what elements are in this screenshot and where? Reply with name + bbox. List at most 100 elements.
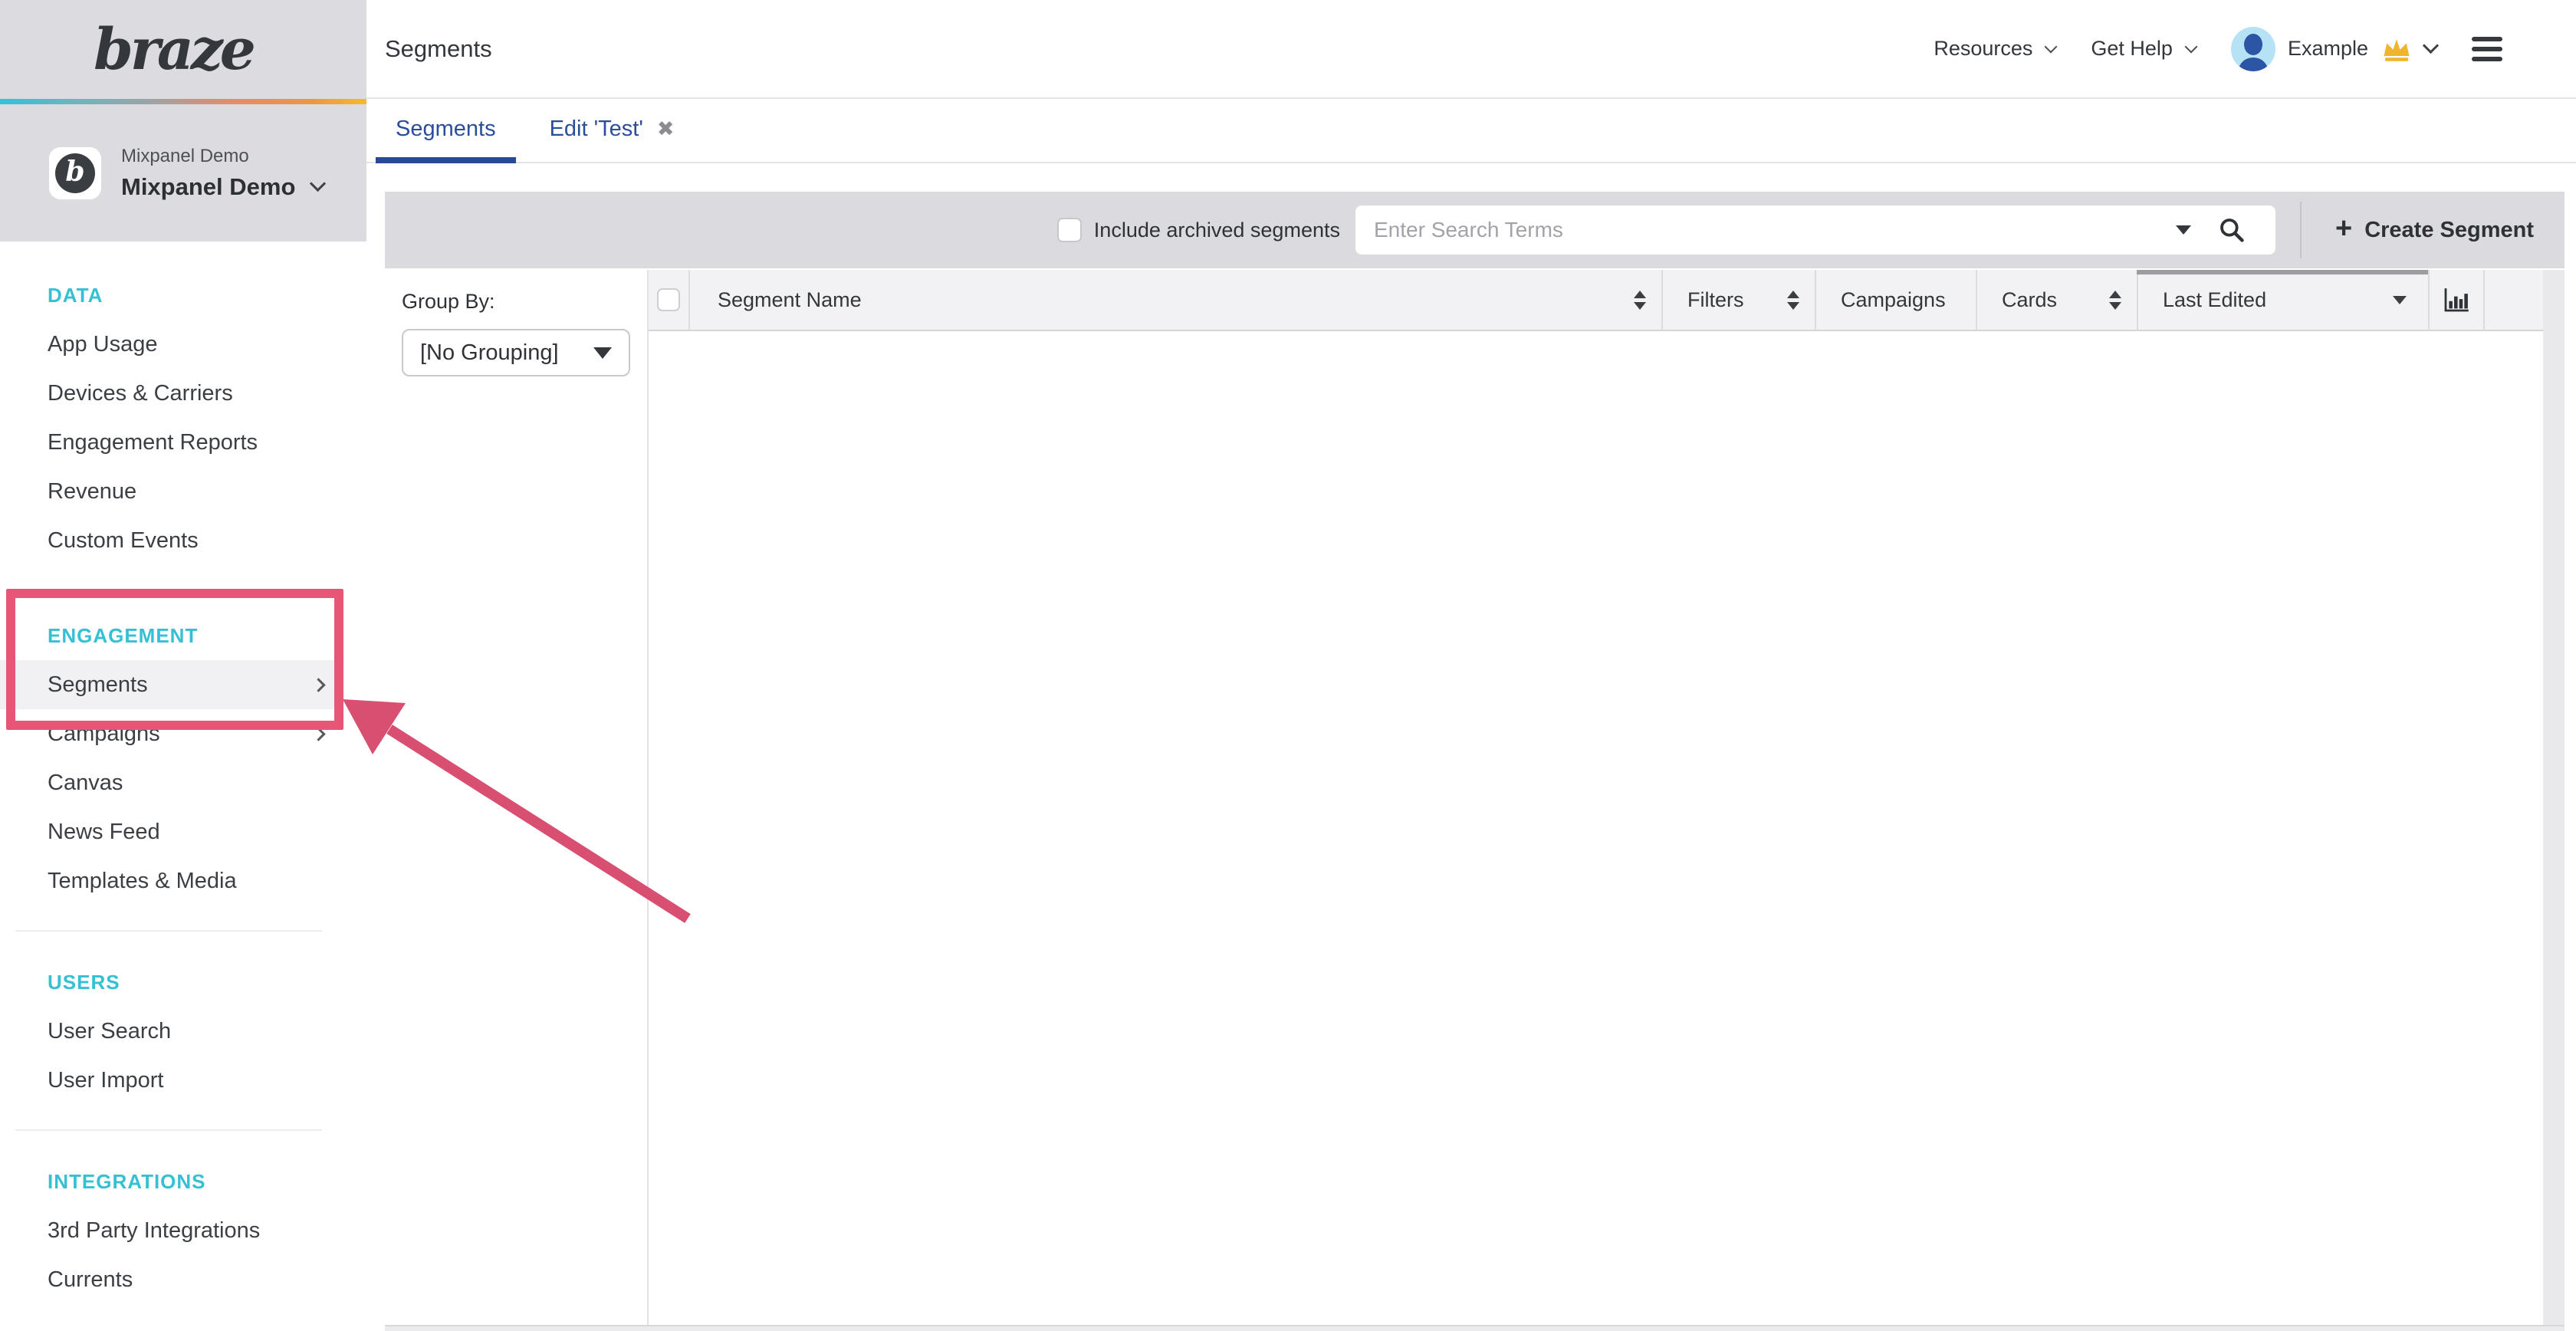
sidebar-item-news-feed[interactable]: News Feed [0, 807, 337, 856]
close-icon[interactable]: ✖ [657, 119, 675, 140]
workspace-name-row: Mixpanel Demo [121, 173, 324, 201]
braze-logo: braze [94, 17, 273, 83]
workspace-name: Mixpanel Demo [121, 173, 295, 201]
column-header-analytics[interactable] [2428, 270, 2483, 330]
sidebar-item-user-search[interactable]: User Search [0, 1007, 337, 1056]
column-header-filters[interactable]: Filters [1661, 270, 1815, 330]
brand-logo-area: braze [0, 0, 366, 99]
top-bar-right: Resources Get Help Example [1934, 27, 2502, 71]
page-title: Segments [385, 35, 492, 63]
workspace-text: Mixpanel Demo Mixpanel Demo [121, 146, 324, 201]
column-label: Cards [2002, 288, 2057, 312]
sidebar-item-label: News Feed [48, 820, 160, 845]
hamburger-menu-icon[interactable] [2472, 37, 2502, 61]
bar-chart-icon [2440, 284, 2472, 316]
group-by-dropdown[interactable]: [No Grouping] [402, 329, 630, 376]
sidebar-item-label: Revenue [48, 479, 136, 504]
sidebar-item-campaigns[interactable]: Campaigns [0, 709, 337, 758]
nav-section-users: USERS User Search User Import [0, 958, 337, 1105]
tab-edit-test[interactable]: Edit 'Test' ✖ [530, 117, 695, 162]
chevron-down-icon [2045, 41, 2058, 54]
section-title-users: USERS [0, 958, 337, 1007]
sidebar-item-label: Segments [48, 672, 148, 698]
column-label: Last Edited [2163, 288, 2266, 312]
create-segment-button[interactable]: + Create Segment [2335, 217, 2534, 243]
sort-icon[interactable] [2109, 291, 2121, 310]
tab-label: Segments [396, 117, 496, 142]
avatar-person-icon [2244, 34, 2262, 55]
sidebar: braze b Mixpanel Demo Mixpanel Demo DATA… [0, 0, 366, 1331]
sort-icon[interactable] [1634, 291, 1646, 310]
workspace-selector[interactable]: b Mixpanel Demo Mixpanel Demo [0, 104, 366, 242]
sidebar-item-app-usage[interactable]: App Usage [0, 320, 337, 369]
brand-gradient-divider [0, 99, 366, 104]
tab-bar: Segments Edit 'Test' ✖ [366, 99, 2576, 163]
include-archived-checkbox[interactable] [1057, 218, 1082, 242]
workspace-logo-icon: b [49, 147, 101, 199]
sidebar-item-currents[interactable]: Currents [0, 1255, 337, 1304]
sidebar-item-engagement-reports[interactable]: Engagement Reports [0, 418, 337, 467]
chevron-down-icon [2423, 38, 2439, 54]
search-input[interactable] [1355, 205, 2275, 255]
caret-down-icon [593, 347, 612, 359]
sort-icon[interactable] [1787, 291, 1799, 310]
include-archived-group: Include archived segments [1057, 218, 1340, 242]
sidebar-item-label: Currents [48, 1267, 133, 1293]
sidebar-item-canvas[interactable]: Canvas [0, 758, 337, 807]
column-header-campaigns[interactable]: Campaigns [1815, 270, 1976, 330]
resources-menu[interactable]: Resources [1934, 37, 2055, 61]
sidebar-item-user-import[interactable]: User Import [0, 1056, 337, 1105]
avatar [2231, 27, 2275, 71]
select-all-checkbox[interactable] [657, 288, 680, 311]
table-scrollbar-track[interactable] [2543, 270, 2564, 1325]
chevron-right-icon [311, 678, 325, 692]
column-header-cards[interactable]: Cards [1976, 270, 2137, 330]
sidebar-item-label: Templates & Media [48, 869, 237, 894]
create-segment-label: Create Segment [2364, 218, 2534, 243]
get-help-menu[interactable]: Get Help [2091, 37, 2196, 61]
sidebar-nav: DATA App Usage Devices & Carriers Engage… [0, 242, 366, 1331]
sidebar-item-segments[interactable]: Segments [0, 660, 337, 709]
chevron-down-icon [2184, 41, 2197, 54]
user-menu[interactable]: Example [2231, 27, 2436, 71]
column-label: Campaigns [1841, 288, 1946, 312]
tab-segments[interactable]: Segments [376, 117, 516, 162]
search-dropdown-caret-icon[interactable] [2176, 225, 2191, 235]
sidebar-item-devices-carriers[interactable]: Devices & Carriers [0, 369, 337, 418]
select-all-checkbox-cell [649, 270, 688, 330]
braze-monogram-icon: b [55, 153, 95, 193]
active-tab-indicator [376, 157, 516, 163]
segments-toolbar: Include archived segments + Create [385, 192, 2564, 268]
sidebar-item-label: Devices & Carriers [48, 381, 233, 406]
table-body-empty [649, 331, 2543, 1325]
sidebar-item-templates-media[interactable]: Templates & Media [0, 856, 337, 905]
column-header-segment-name[interactable]: Segment Name [688, 270, 1661, 330]
sidebar-item-label: Campaigns [48, 721, 160, 747]
sidebar-item-custom-events[interactable]: Custom Events [0, 516, 337, 565]
search-icon[interactable] [2217, 215, 2246, 248]
table-header-row: Segment Name Filters [649, 270, 2543, 331]
group-by-label: Group By: [402, 290, 647, 314]
plus-icon: + [2335, 214, 2352, 243]
active-sort-indicator [2137, 270, 2428, 274]
resources-label: Resources [1934, 37, 2032, 61]
sidebar-item-revenue[interactable]: Revenue [0, 467, 337, 516]
sidebar-item-label: 3rd Party Integrations [48, 1218, 260, 1244]
avatar-person-icon [2239, 58, 2268, 71]
nav-section-integrations: INTEGRATIONS 3rd Party Integrations Curr… [0, 1157, 337, 1304]
get-help-label: Get Help [2091, 37, 2173, 61]
group-by-panel: Group By: [No Grouping] [385, 270, 649, 1325]
horizontal-scrollbar-track[interactable] [385, 1325, 2564, 1331]
sidebar-item-3rd-party-integrations[interactable]: 3rd Party Integrations [0, 1206, 337, 1255]
main-area: Segments Resources Get Help Example [366, 0, 2576, 1331]
include-archived-label[interactable]: Include archived segments [1094, 219, 1340, 242]
top-bar: Segments Resources Get Help Example [366, 0, 2576, 99]
search-box [1355, 205, 2275, 255]
nav-divider [15, 1129, 322, 1131]
nav-section-engagement: ENGAGEMENT Segments Campaigns Canvas New… [0, 611, 337, 905]
app-window: braze b Mixpanel Demo Mixpanel Demo DATA… [0, 0, 2576, 1331]
chevron-down-icon [310, 176, 326, 192]
column-label: Filters [1687, 288, 1744, 312]
sidebar-item-label: App Usage [48, 332, 158, 357]
column-header-last-edited[interactable]: Last Edited [2137, 270, 2428, 330]
